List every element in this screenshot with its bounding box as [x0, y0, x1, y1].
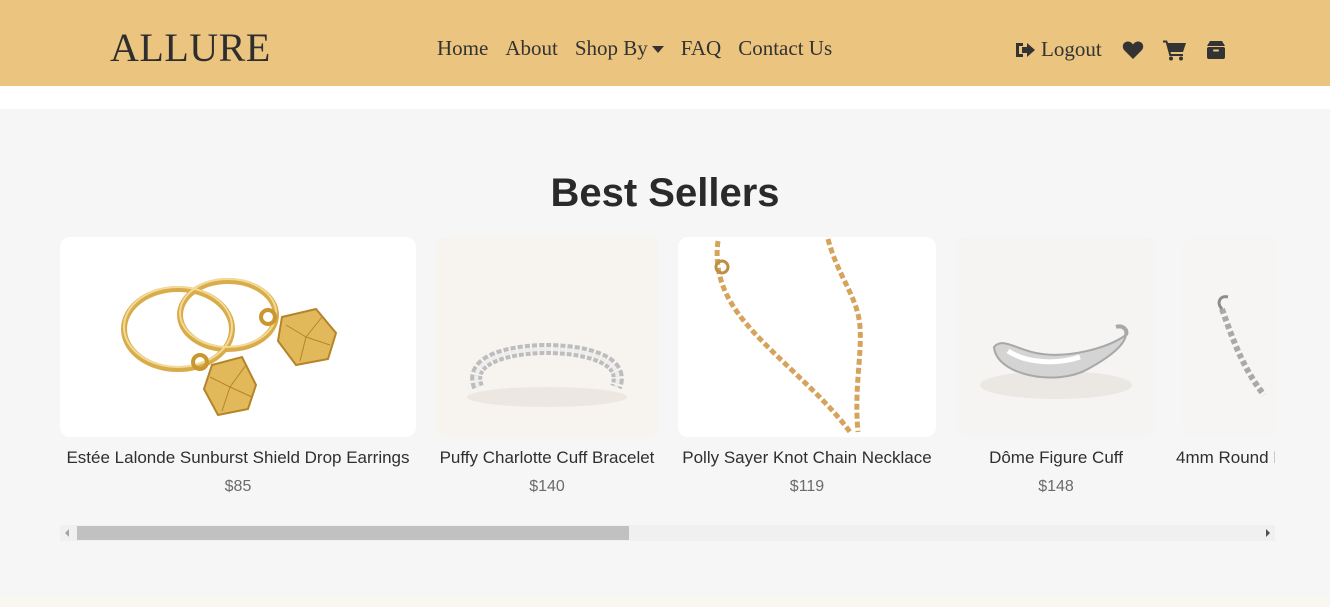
product-price: $85 — [224, 478, 252, 495]
product-card[interactable]: Puffy Charlotte Cuff Bracelet $140 — [436, 237, 658, 496]
product-name[interactable]: Dôme Figure Cuff — [989, 448, 1123, 468]
scroll-left-arrow-icon[interactable] — [65, 529, 69, 537]
product-card[interactable]: 4mm Round Box Chain Bracelet $1 — [1176, 237, 1275, 496]
product-price: $140 — [529, 478, 565, 495]
section-title: Best Sellers — [550, 171, 780, 215]
logout-button[interactable]: Logout — [1014, 37, 1102, 62]
carousel-track: Estée Lalonde Sunburst Shield Drop Earri… — [60, 237, 1275, 496]
product-price: $119 — [789, 478, 825, 495]
nav-link-contact-us[interactable]: Contact Us — [738, 36, 832, 61]
nav-link-faq[interactable]: FAQ — [681, 36, 721, 61]
footer-edge — [0, 597, 1330, 607]
brand-logo[interactable]: ALLURE — [110, 24, 271, 71]
product-name[interactable]: Puffy Charlotte Cuff Bracelet — [440, 448, 655, 468]
wishlist-button[interactable] — [1122, 40, 1144, 60]
product-name[interactable]: 4mm Round Box Chain Bracelet — [1176, 448, 1275, 468]
product-name[interactable]: Polly Sayer Knot Chain Necklace — [682, 448, 931, 468]
cart-button[interactable] — [1162, 39, 1187, 61]
header-spacer — [0, 86, 1330, 109]
shop-by-label: Shop By — [574, 36, 648, 60]
carousel-scrollbar[interactable] — [60, 525, 1275, 541]
logout-label: Logout — [1041, 37, 1102, 61]
gift-icon — [1206, 40, 1225, 59]
orders-button[interactable] — [1206, 40, 1226, 60]
scrollbar-thumb[interactable] — [77, 526, 629, 540]
cart-icon — [1162, 40, 1186, 60]
sign-out-icon — [1016, 42, 1035, 57]
product-price: $148 — [1038, 478, 1074, 495]
navbar: ALLURE Home About Shop By FAQ Contact Us… — [0, 0, 1330, 86]
product-image[interactable] — [956, 237, 1156, 437]
product-image[interactable] — [436, 237, 658, 437]
best-sellers-section: Best Sellers Estée Lalonde Sunburst Shie… — [0, 109, 1330, 597]
product-carousel[interactable]: Estée Lalonde Sunburst Shield Drop Earri… — [60, 237, 1275, 517]
product-card[interactable]: Dôme Figure Cuff $148 — [956, 237, 1156, 496]
heart-icon — [1122, 40, 1143, 59]
product-image[interactable] — [60, 237, 416, 437]
scroll-right-arrow-icon[interactable] — [1266, 529, 1270, 537]
product-card[interactable]: Polly Sayer Knot Chain Necklace $119 — [678, 237, 936, 496]
caret-down-icon — [651, 46, 664, 53]
nav-actions: Logout — [1014, 37, 1245, 62]
nav-links: Home About Shop By FAQ Contact Us — [437, 36, 849, 61]
product-card[interactable]: Estée Lalonde Sunburst Shield Drop Earri… — [60, 237, 416, 496]
nav-link-about[interactable]: About — [505, 36, 558, 61]
product-image[interactable] — [1182, 237, 1275, 437]
product-image[interactable] — [678, 237, 936, 437]
nav-dropdown-shop-by[interactable]: Shop By — [575, 36, 664, 61]
nav-link-home[interactable]: Home — [437, 36, 488, 61]
product-name[interactable]: Estée Lalonde Sunburst Shield Drop Earri… — [66, 448, 409, 468]
